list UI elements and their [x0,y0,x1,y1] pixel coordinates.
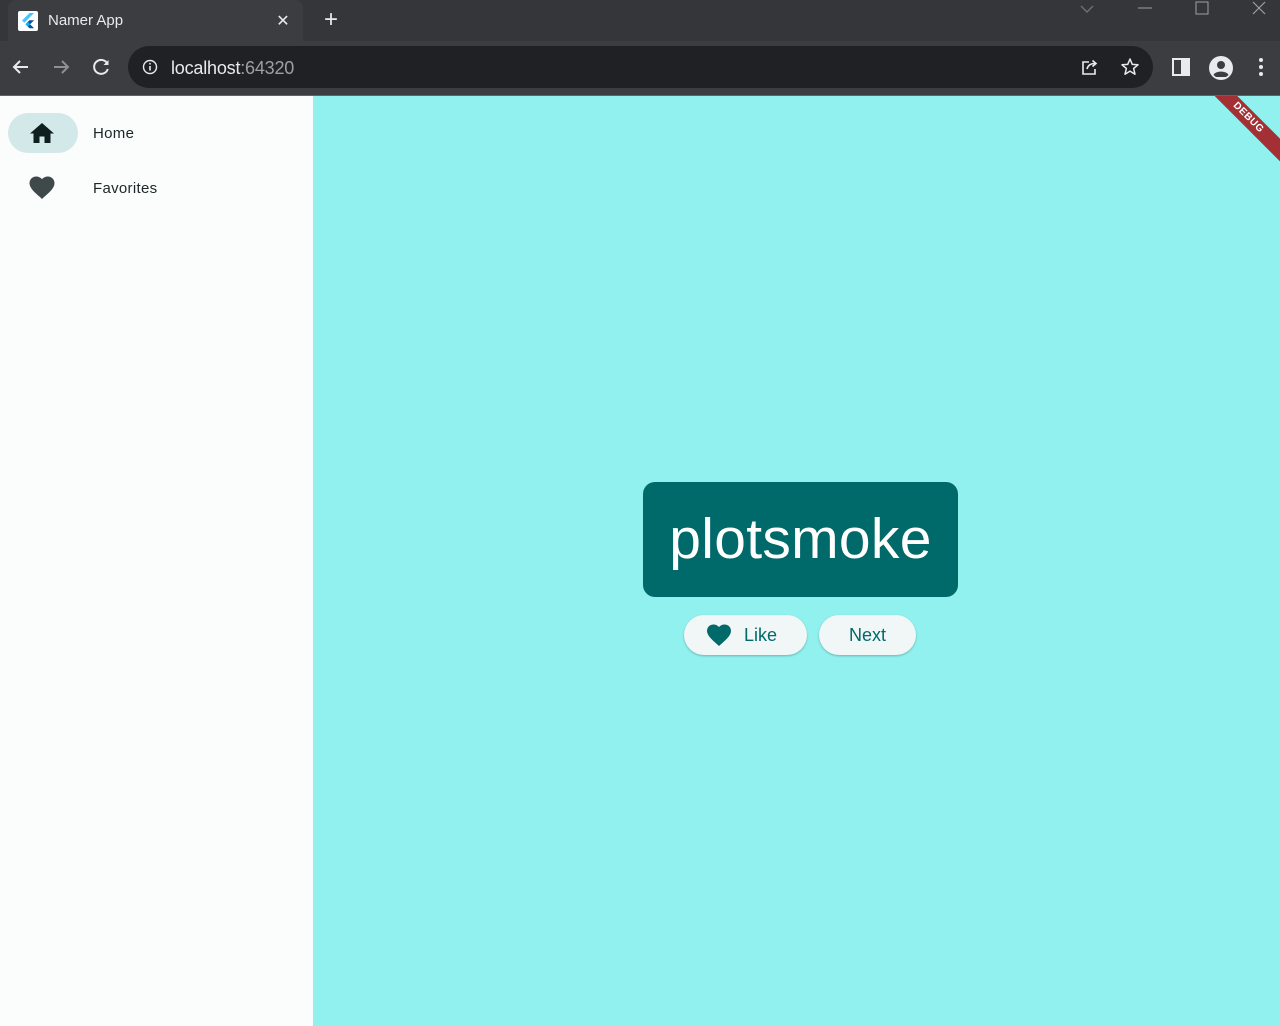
navigation-rail: Home Favorites [0,96,313,1026]
flutter-favicon-icon [18,11,38,31]
site-info-icon[interactable] [142,59,158,75]
url-port: :64320 [240,58,295,78]
namer-app: Home Favorites plotsmoke Like Next DEBUG [0,96,1280,1026]
browser-tab[interactable]: Namer App ✕ [8,0,303,41]
word-pair-text: plotsmoke [669,507,932,571]
heart-icon [706,624,732,647]
back-arrow-icon[interactable] [6,52,36,82]
word-pair-card: plotsmoke [643,482,958,597]
new-tab-button[interactable]: + [318,8,344,34]
like-button[interactable]: Like [684,615,807,655]
next-button-label: Next [848,625,886,645]
tab-strip: Namer App ✕ + [0,0,1280,41]
menu-kebab-icon[interactable] [1250,56,1272,78]
maximize-icon[interactable] [1178,0,1224,32]
side-panel-icon[interactable] [1170,56,1192,78]
forward-arrow-icon[interactable] [46,52,76,82]
home-icon [29,121,55,145]
url-host: localhost [171,58,241,78]
like-button-label: Like [744,625,778,645]
rail-item-favorites[interactable]: Favorites [8,168,298,208]
reload-icon[interactable] [86,52,116,82]
minimize-icon[interactable] [1122,0,1168,32]
rail-item-label: Favorites [93,180,158,197]
rail-item-home[interactable]: Home [8,113,298,153]
address-bar[interactable]: localhost:64320 [128,46,1153,88]
url-text[interactable]: localhost:64320 [171,58,294,79]
heart-icon [29,176,55,200]
tab-search-icon[interactable] [1064,0,1110,32]
bookmark-star-icon[interactable] [1120,57,1140,77]
profile-avatar-icon[interactable] [1209,56,1233,80]
close-window-icon[interactable] [1236,0,1280,32]
tab-title: Namer App [48,12,124,29]
generator-page: plotsmoke Like Next DEBUG [313,96,1280,1026]
share-icon[interactable] [1080,57,1100,77]
tab-close-icon[interactable]: ✕ [272,11,294,33]
next-button[interactable]: Next [819,615,916,655]
rail-item-label: Home [93,125,135,142]
debug-banner: DEBUG [1192,96,1280,174]
browser-toolbar: localhost:64320 [0,41,1280,92]
